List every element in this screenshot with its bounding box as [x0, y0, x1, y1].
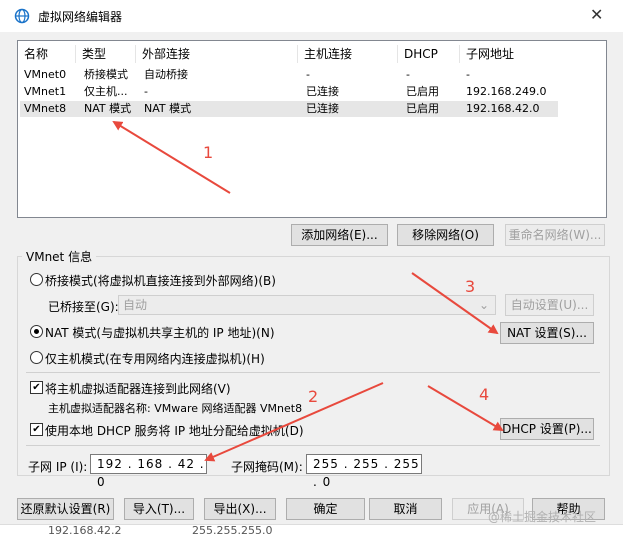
cell-host: 已连接 — [306, 85, 339, 98]
dialog-body: 名称 类型 外部连接 主机连接 DHCP 子网地址 VMnet0 桥接模式 自动… — [0, 32, 623, 536]
adapter-name-text: 主机虚拟适配器名称: VMware 网络适配器 VMnet8 — [48, 402, 303, 415]
radio-selected-dot — [34, 329, 39, 334]
cell-host: - — [306, 68, 310, 81]
cell-dhcp: - — [406, 68, 410, 81]
title-bar: 虚拟网络编辑器 ✕ — [0, 0, 623, 32]
annotation-number-3: 3 — [465, 277, 476, 296]
rename-network-button[interactable]: 重命名网络(W)... — [505, 224, 605, 246]
cell-subnet: 192.168.42.0 — [466, 102, 540, 115]
nat-mode-radio[interactable] — [30, 325, 43, 338]
close-icon[interactable]: ✕ — [590, 5, 603, 24]
column-header-host[interactable]: 主机连接 — [298, 45, 398, 63]
cell-subnet: 192.168.249.0 — [466, 85, 547, 98]
remove-network-button[interactable]: 移除网络(O) — [397, 224, 494, 246]
cell-name: VMnet0 — [24, 68, 67, 81]
dhcp-settings-button[interactable]: DHCP 设置(P)... — [500, 418, 594, 440]
bridged-mode-label[interactable]: 桥接模式(将虚拟机直接连接到外部网络)(B) — [45, 272, 276, 289]
import-button[interactable]: 导入(T)... — [124, 498, 194, 520]
watermark-text: @稀土掘金技术社区 — [488, 510, 597, 524]
cell-external: - — [144, 85, 148, 98]
cell-external: 自动桥接 — [144, 68, 188, 81]
subnet-mask-field[interactable]: 255 . 255 . 255 . 0 — [306, 454, 422, 489]
cell-external: NAT 模式 — [144, 102, 192, 115]
column-header-dhcp[interactable]: DHCP — [398, 45, 460, 63]
window-title: 虚拟网络编辑器 — [38, 10, 123, 24]
cell-type: 桥接模式 — [84, 68, 128, 81]
add-network-button[interactable]: 添加网络(E)... — [291, 224, 388, 246]
bridged-to-select[interactable]: 自动 ⌄ — [118, 295, 496, 315]
restore-defaults-button[interactable]: 还原默认设置(R) — [17, 498, 114, 520]
divider — [26, 372, 600, 373]
column-header-external[interactable]: 外部连接 — [136, 45, 298, 63]
cell-host: 已连接 — [306, 102, 339, 115]
subnet-mask-label: 子网掩码(M): — [231, 460, 303, 474]
chevron-down-icon: ⌄ — [478, 298, 489, 312]
annotation-number-2: 2 — [308, 387, 319, 406]
use-dhcp-label[interactable]: 使用本地 DHCP 服务将 IP 地址分配给虚拟机(D) — [45, 422, 304, 439]
network-row-vmnet1[interactable]: VMnet1 仅主机... - 已连接 已启用 192.168.249.0 — [20, 84, 558, 100]
bridged-to-label: 已桥接至(G): — [48, 300, 119, 314]
cell-dhcp: 已启用 — [406, 85, 439, 98]
subnet-ip-field[interactable]: 192 . 168 . 42 . 0 — [90, 454, 207, 489]
divider — [26, 445, 600, 446]
nat-mode-label[interactable]: NAT 模式(与虚拟机共享主机的 IP 地址)(N) — [45, 324, 275, 341]
annotation-number-4: 4 — [479, 385, 490, 404]
column-header-name[interactable]: 名称 — [18, 45, 76, 63]
host-only-radio[interactable] — [30, 351, 43, 364]
use-dhcp-checkbox[interactable]: ✔ — [30, 423, 43, 436]
cell-type: 仅主机... — [84, 85, 128, 98]
export-button[interactable]: 导出(X)... — [204, 498, 276, 520]
cell-name: VMnet8 — [24, 102, 67, 115]
bridged-mode-radio[interactable] — [30, 273, 43, 286]
ok-button[interactable]: 确定 — [286, 498, 365, 520]
host-only-label[interactable]: 仅主机模式(在专用网络内连接虚拟机)(H) — [45, 350, 265, 367]
cell-type: NAT 模式 — [84, 102, 132, 115]
vmnet-info-label: VMnet 信息 — [22, 248, 97, 265]
nat-settings-button[interactable]: NAT 设置(S)... — [500, 322, 594, 344]
network-globe-icon — [14, 8, 30, 24]
column-header-type[interactable]: 类型 — [76, 45, 136, 63]
background-mask-text: 255.255.255.0 — [192, 524, 273, 537]
cell-dhcp: 已启用 — [406, 102, 439, 115]
cancel-button[interactable]: 取消 — [369, 498, 442, 520]
network-list[interactable]: 名称 类型 外部连接 主机连接 DHCP 子网地址 VMnet0 桥接模式 自动… — [17, 40, 607, 218]
network-row-vmnet8[interactable]: VMnet8 NAT 模式 NAT 模式 已连接 已启用 192.168.42.… — [20, 101, 558, 117]
column-header-subnet[interactable]: 子网地址 — [460, 45, 560, 63]
connect-adapter-checkbox[interactable]: ✔ — [30, 381, 43, 394]
cell-subnet: - — [466, 68, 470, 81]
annotation-number-1: 1 — [203, 143, 214, 162]
subnet-ip-label: 子网 IP (I): — [28, 460, 88, 474]
bridged-to-value: 自动 — [123, 298, 148, 312]
auto-settings-button[interactable]: 自动设置(U)... — [505, 294, 594, 316]
background-ip-text: 192.168.42.2 — [48, 524, 122, 537]
connect-adapter-label[interactable]: 将主机虚拟适配器连接到此网络(V) — [45, 380, 231, 397]
background-window-strip: 192.168.42.2 255.255.255.0 — [0, 524, 623, 537]
network-row-vmnet0[interactable]: VMnet0 桥接模式 自动桥接 - - - — [20, 67, 558, 83]
cell-name: VMnet1 — [24, 85, 67, 98]
